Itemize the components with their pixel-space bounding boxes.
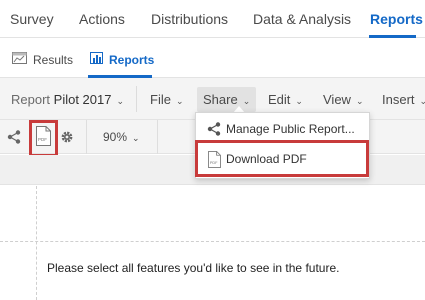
subtab-results-label: Results: [33, 52, 74, 67]
chevron-down-icon: ⌄: [175, 96, 184, 106]
share-menu-label: Share: [203, 92, 238, 107]
tab-data-analysis[interactable]: Data & Analysis: [253, 11, 351, 27]
subtab-results[interactable]: Results: [12, 52, 73, 67]
view-menu[interactable]: View ⌄: [323, 92, 364, 107]
report-prefix: Report: [11, 92, 51, 107]
pdf-icon-highlight: [29, 120, 58, 157]
share-icon[interactable]: [7, 130, 21, 149]
chevron-down-icon: ⌄: [295, 96, 303, 106]
tab-survey[interactable]: Survey: [10, 11, 54, 27]
insert-menu[interactable]: Insert ⌄: [382, 92, 425, 107]
sub-nav: Results Reports: [0, 38, 425, 78]
chevron-down-icon: ⌄: [132, 133, 140, 143]
subtab-reports[interactable]: Reports: [90, 52, 154, 67]
page-margin-guide: [36, 186, 37, 300]
edit-menu[interactable]: Edit ⌄: [268, 92, 303, 107]
zoom-value: 90%: [103, 130, 128, 144]
chevron-down-icon: ⌄: [116, 96, 125, 106]
zoom-selector[interactable]: 90% ⌄: [103, 130, 140, 144]
download-pdf-highlight: [195, 140, 369, 177]
report-page: [0, 186, 425, 300]
top-nav: Survey Actions Distributions Data & Anal…: [0, 0, 425, 38]
toolbar-divider: [157, 120, 158, 154]
chevron-down-icon: ⌄: [419, 96, 425, 106]
manage-public-report-label: Manage Public Report...: [226, 122, 355, 136]
subtab-reports-label: Reports: [109, 52, 155, 67]
tab-reports[interactable]: Reports: [370, 11, 423, 27]
gear-icon[interactable]: [60, 130, 74, 149]
share-menu[interactable]: Share ⌄: [197, 87, 257, 112]
page-margin-guide: [0, 241, 425, 242]
insert-menu-label: Insert: [382, 92, 415, 107]
tab-actions[interactable]: Actions: [79, 11, 125, 27]
menu-divider: [136, 86, 137, 112]
toolbar-divider: [86, 120, 87, 154]
bar-chart-icon: [90, 52, 103, 67]
chevron-down-icon: ⌄: [242, 96, 251, 106]
chevron-down-icon: ⌄: [355, 96, 364, 106]
share-icon: [205, 122, 223, 136]
view-menu-label: View: [323, 92, 351, 107]
edit-menu-label: Edit: [268, 92, 291, 107]
report-name: Pilot 2017: [53, 92, 112, 107]
tab-distributions[interactable]: Distributions: [151, 11, 228, 27]
report-selector[interactable]: Report Pilot 2017 ⌄: [11, 92, 124, 107]
results-icon: [12, 52, 27, 67]
file-menu[interactable]: File ⌄: [150, 92, 184, 107]
file-menu-label: File: [150, 92, 171, 107]
question-text: Please select all features you'd like to…: [47, 261, 340, 275]
